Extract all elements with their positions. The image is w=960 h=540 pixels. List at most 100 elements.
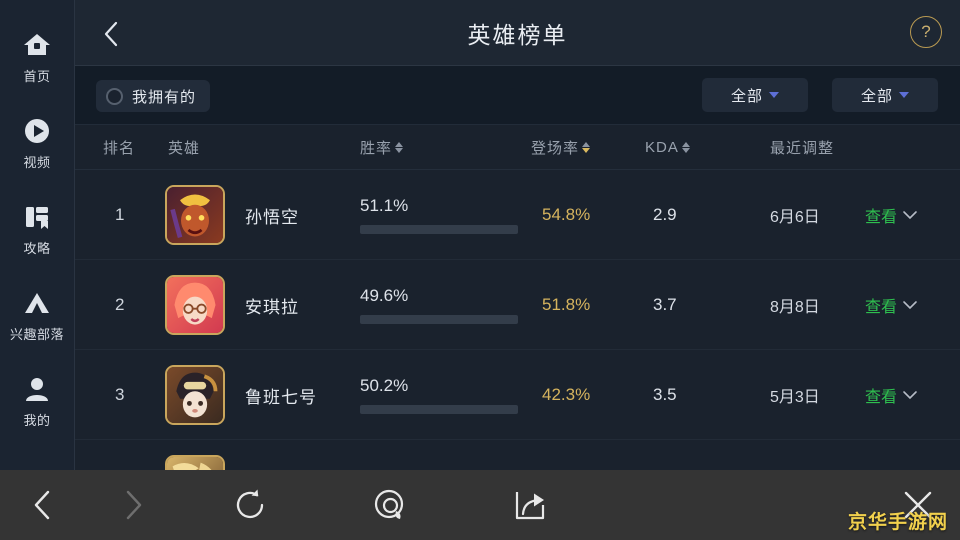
table-row[interactable]: 3 鲁班七号 50.2% 42.3% 3.5 5月3日 查看	[75, 350, 960, 440]
cell-pickrate: 51.8%	[542, 295, 591, 314]
column-header-winrate[interactable]: 胜率	[360, 125, 404, 170]
cell-rank: 1	[115, 205, 125, 224]
view-detail-link[interactable]: 查看	[865, 383, 918, 407]
owned-filter-toggle[interactable]: 我拥有的	[96, 80, 211, 112]
toolbar-back-button[interactable]	[0, 470, 85, 540]
cell-view-action[interactable]: 查看	[865, 260, 918, 350]
guide-book-icon	[22, 202, 52, 232]
view-detail-link[interactable]: 查看	[865, 293, 918, 317]
cell-winrate: 51.1%	[360, 170, 518, 260]
browser-toolbar: 京华手游网	[0, 470, 960, 540]
hero-avatar-icon	[165, 455, 225, 470]
toolbar-forward-button[interactable]	[85, 470, 180, 540]
column-header-hero: 英雄	[168, 140, 201, 157]
chevron-down-icon	[903, 211, 917, 220]
winrate-value: 51.1%	[360, 196, 409, 215]
sidebar-item-profile[interactable]: 我的	[0, 358, 75, 444]
chevron-left-icon	[34, 490, 49, 520]
chevron-down-icon	[899, 92, 909, 98]
column-header-winrate-label: 胜率	[360, 140, 393, 157]
cell-hero-avatar	[165, 440, 225, 470]
cell-hero-name: 孙悟空	[245, 207, 299, 227]
cell-kda: 3.7	[653, 295, 677, 314]
qq-browser-icon	[374, 489, 404, 519]
radio-circle-icon	[106, 87, 123, 105]
cell-hero-name: 鲁班七号	[245, 387, 317, 407]
app-root: 首页 视频 攻略 兴趣部落 我的 英雄榜单 ? 我拥有的 全部 全部 排名 英雄…	[0, 0, 960, 540]
cell-view-action[interactable]: 查看	[865, 170, 918, 260]
filter-bar: 我拥有的 全部 全部	[75, 66, 960, 125]
sidebar-item-label: 我的	[23, 412, 51, 428]
cell-hero-avatar	[165, 260, 225, 350]
view-label: 查看	[865, 299, 898, 316]
sidebar-item-label: 兴趣部落	[9, 326, 64, 342]
page-title: 英雄榜单	[467, 22, 568, 48]
cell-adjust: 5月3日	[770, 389, 820, 406]
sidebar-item-label: 攻略	[23, 240, 51, 256]
header-back-button[interactable]	[91, 14, 131, 54]
column-header-rank: 排名	[103, 140, 136, 157]
page-header: 英雄榜单 ?	[75, 0, 960, 66]
winrate-progress-bar	[360, 405, 518, 414]
table-row[interactable]: 2 安琪拉 49.6% 51.8% 3.7 8月8日 查看	[75, 260, 960, 350]
share-icon	[515, 492, 545, 520]
toolbar-share-button[interactable]	[460, 470, 600, 540]
tent-tribe-icon	[22, 288, 52, 318]
column-header-pickrate-label: 登场率	[531, 140, 580, 157]
table-header-row: 排名 英雄 胜率 登场率 KDA 最近调整	[75, 125, 960, 170]
view-detail-link[interactable]: 查看	[865, 203, 918, 227]
help-label: ?	[921, 22, 931, 41]
view-label: 查看	[865, 209, 898, 226]
hero-ranking-table: 排名 英雄 胜率 登场率 KDA 最近调整 1 孙悟空 51.1% 54.8% …	[75, 125, 960, 470]
toolbar-qqbrowser-button[interactable]	[320, 470, 460, 540]
hero-avatar-icon	[165, 365, 225, 425]
table-row[interactable]: 1 孙悟空 51.1% 54.8% 2.9 6月6日 查看	[75, 170, 960, 260]
cell-winrate: 49.6%	[360, 260, 518, 350]
sort-arrows-icon-active	[582, 142, 591, 153]
sidebar-item-label: 首页	[23, 68, 51, 84]
cell-rank: 2	[115, 295, 125, 314]
chevron-down-icon	[903, 391, 917, 400]
cell-hero-avatar	[165, 350, 225, 440]
home-icon	[22, 30, 52, 60]
sort-arrows-icon	[395, 142, 404, 153]
chevron-down-icon	[769, 92, 779, 98]
cell-hero-name: 安琪拉	[245, 297, 299, 317]
cell-pickrate: 42.3%	[542, 385, 591, 404]
filter-dropdown-left[interactable]: 全部	[702, 78, 808, 112]
sidebar-item-tribe[interactable]: 兴趣部落	[0, 272, 75, 358]
filter-dropdown-right[interactable]: 全部	[832, 78, 938, 112]
column-header-pickrate[interactable]: 登场率	[531, 125, 591, 170]
refresh-icon	[236, 489, 264, 519]
table-row[interactable]	[75, 440, 960, 470]
filter-dropdown-right-label: 全部	[860, 87, 893, 105]
video-play-icon	[22, 116, 52, 146]
person-icon	[22, 374, 52, 404]
column-header-kda[interactable]: KDA	[645, 125, 690, 170]
chevron-right-icon	[126, 490, 141, 520]
toolbar-refresh-button[interactable]	[180, 470, 320, 540]
sidebar-item-guide[interactable]: 攻略	[0, 186, 75, 272]
cell-winrate: 50.2%	[360, 350, 518, 440]
cell-view-action[interactable]: 查看	[865, 350, 918, 440]
winrate-value: 50.2%	[360, 376, 409, 395]
sidebar: 首页 视频 攻略 兴趣部落 我的	[0, 0, 75, 470]
help-button[interactable]: ?	[910, 16, 942, 48]
column-header-adjust: 最近调整	[770, 140, 835, 157]
cell-hero-avatar	[165, 170, 225, 260]
column-header-kda-label: KDA	[645, 139, 679, 156]
cell-adjust: 6月6日	[770, 209, 820, 226]
sidebar-item-video[interactable]: 视频	[0, 100, 75, 186]
filter-dropdown-left-label: 全部	[730, 87, 763, 105]
winrate-value: 49.6%	[360, 286, 409, 305]
winrate-progress-bar	[360, 225, 518, 234]
cell-kda: 3.5	[653, 385, 677, 404]
cell-kda: 2.9	[653, 205, 677, 224]
sidebar-item-label: 视频	[23, 154, 51, 170]
winrate-progress-bar	[360, 315, 518, 324]
sidebar-item-home[interactable]: 首页	[0, 14, 75, 100]
hero-avatar-icon	[165, 275, 225, 335]
view-label: 查看	[865, 389, 898, 406]
chevron-left-icon	[104, 21, 118, 47]
cell-rank: 3	[115, 385, 125, 404]
